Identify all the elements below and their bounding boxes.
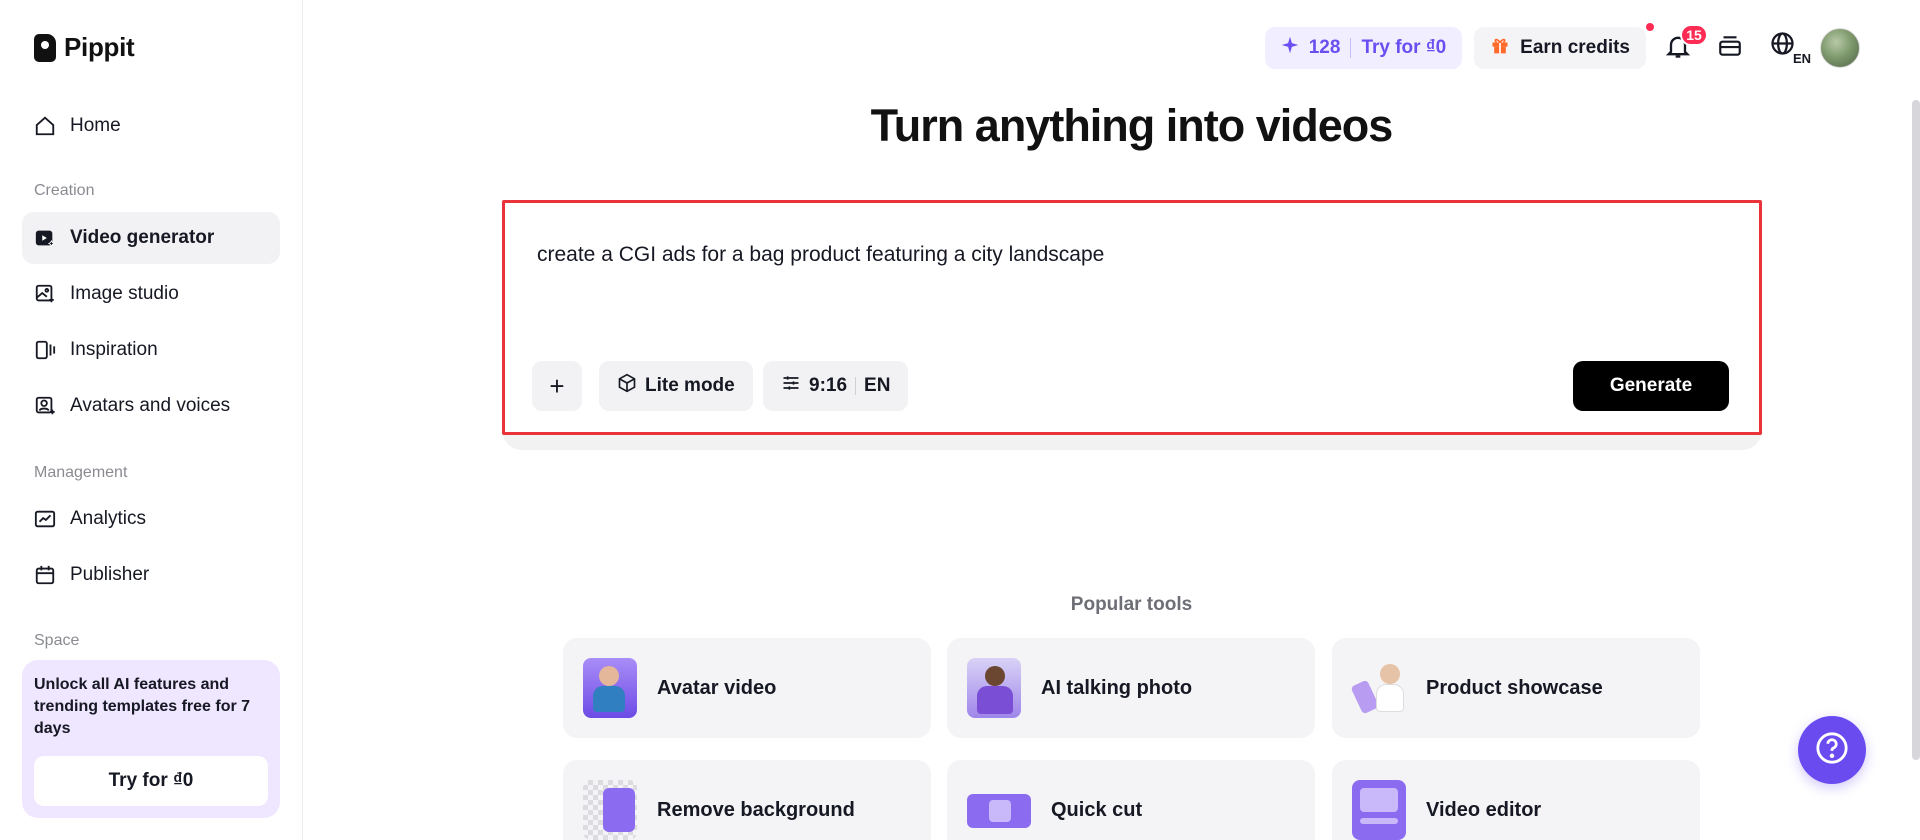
sidebar-item-label: Publisher bbox=[70, 564, 150, 585]
sidebar-item-home[interactable]: Home bbox=[22, 100, 280, 152]
tool-card-remove-background[interactable]: Remove background bbox=[563, 760, 931, 840]
language-code: EN bbox=[1791, 51, 1812, 66]
tool-card-video-editor[interactable]: Video editor bbox=[1332, 760, 1700, 840]
section-label-management: Management bbox=[34, 464, 128, 481]
video-editor-thumbnail bbox=[1352, 780, 1406, 840]
tool-label: Avatar video bbox=[657, 676, 777, 699]
help-button[interactable] bbox=[1798, 716, 1866, 784]
earn-credits-button[interactable]: Earn credits bbox=[1474, 23, 1654, 69]
settings-divider bbox=[855, 377, 857, 395]
earn-notification-dot bbox=[1646, 23, 1654, 31]
remove-background-thumbnail bbox=[583, 780, 637, 840]
try-free-link[interactable]: Try for ₫0 bbox=[1361, 37, 1446, 59]
tool-label: AI talking photo bbox=[1041, 676, 1193, 699]
promo-try-button[interactable]: Try for ₫0 bbox=[34, 756, 268, 806]
earn-credits-label: Earn credits bbox=[1520, 37, 1630, 58]
sidebar-item-video-generator[interactable]: Video generator bbox=[22, 212, 280, 264]
product-showcase-thumbnail bbox=[1350, 658, 1406, 718]
question-icon bbox=[1815, 731, 1849, 770]
sidebar-item-publisher[interactable]: Publisher bbox=[22, 549, 280, 601]
pill-divider bbox=[1350, 38, 1352, 58]
sidebar-item-label: Image studio bbox=[70, 283, 179, 304]
popular-tools-heading: Popular tools bbox=[1070, 594, 1193, 615]
pippit-logo-icon bbox=[34, 33, 56, 62]
sidebar-item-inspiration[interactable]: Inspiration bbox=[22, 324, 280, 376]
notification-badge: 15 bbox=[1680, 24, 1708, 46]
page-title: Turn anything into videos bbox=[870, 100, 1394, 151]
notifications-button[interactable]: 15 bbox=[1658, 24, 1708, 68]
sidebar-item-avatars-and-voices[interactable]: Avatars and voices bbox=[22, 380, 280, 432]
sidebar-item-label: Analytics bbox=[70, 508, 147, 529]
tool-card-quick-cut[interactable]: Quick cut bbox=[947, 760, 1315, 840]
cube-icon bbox=[617, 373, 637, 399]
sliders-icon bbox=[781, 373, 801, 399]
sidebar-item-label: Home bbox=[70, 115, 121, 136]
sidebar-item-label: Avatars and voices bbox=[70, 395, 231, 416]
wallet-icon bbox=[1717, 33, 1743, 64]
add-attachment-button[interactable]: + bbox=[532, 361, 582, 411]
promo-card: Unlock all AI features and trending temp… bbox=[22, 660, 280, 818]
promo-text: Unlock all AI features and trending temp… bbox=[34, 676, 251, 737]
tool-card-avatar-video[interactable]: Avatar video bbox=[563, 638, 931, 738]
analytics-icon bbox=[34, 508, 56, 530]
aspect-ratio-label: 9:16 bbox=[809, 375, 848, 396]
calendar-icon bbox=[34, 564, 56, 586]
section-label-creation: Creation bbox=[34, 182, 95, 199]
user-avatar[interactable] bbox=[1820, 28, 1860, 68]
app-name: Pippit bbox=[64, 32, 135, 62]
credits-pill[interactable]: 128 Try for ₫0 bbox=[1264, 27, 1463, 69]
inspiration-icon bbox=[34, 339, 56, 361]
wallet-button[interactable] bbox=[1710, 28, 1750, 68]
sidebar-item-image-studio[interactable]: Image studio bbox=[22, 268, 280, 320]
page-scrollbar[interactable] bbox=[1912, 100, 1920, 760]
mode-selector[interactable]: Lite mode bbox=[599, 361, 753, 411]
sidebar-item-label: Inspiration bbox=[70, 339, 158, 360]
video-generator-icon bbox=[34, 227, 56, 249]
output-language-label: EN bbox=[864, 375, 891, 396]
language-button[interactable]: EN bbox=[1762, 28, 1812, 68]
avatar-video-thumbnail bbox=[583, 658, 637, 718]
plus-icon: + bbox=[549, 370, 565, 401]
home-icon bbox=[34, 115, 56, 137]
pippit-logo[interactable]: Pippit bbox=[34, 32, 135, 63]
gift-icon bbox=[1490, 35, 1510, 61]
section-label-space: Space bbox=[34, 632, 80, 649]
tool-card-product-showcase[interactable]: Product showcase bbox=[1332, 638, 1700, 738]
mode-label: Lite mode bbox=[645, 375, 735, 396]
settings-selector[interactable]: 9:16 EN bbox=[763, 361, 909, 411]
sidebar: Pippit Home Creation Video generator Ima… bbox=[0, 0, 303, 840]
top-bar: 128 Try for ₫0 Earn credits 15 EN bbox=[1264, 23, 1860, 70]
tool-label: Product showcase bbox=[1426, 676, 1603, 699]
prompt-input[interactable] bbox=[537, 243, 1717, 267]
generate-button[interactable]: Generate bbox=[1573, 361, 1729, 411]
credits-count: 128 bbox=[1308, 37, 1341, 58]
prompt-card: + Lite mode 9:16 EN Generate bbox=[502, 200, 1762, 435]
image-studio-icon bbox=[34, 283, 56, 305]
avatar-voice-icon bbox=[34, 395, 56, 417]
sparkle-icon bbox=[1281, 36, 1299, 60]
sidebar-item-label: Video generator bbox=[70, 227, 215, 248]
quick-cut-thumbnail bbox=[967, 780, 1031, 840]
tool-card-ai-talking-photo[interactable]: AI talking photo bbox=[947, 638, 1315, 738]
sidebar-item-analytics[interactable]: Analytics bbox=[22, 493, 280, 545]
tool-label: Quick cut bbox=[1051, 798, 1143, 821]
tool-label: Video editor bbox=[1426, 798, 1542, 821]
ai-talking-photo-thumbnail bbox=[967, 658, 1021, 718]
tool-label: Remove background bbox=[657, 798, 855, 821]
